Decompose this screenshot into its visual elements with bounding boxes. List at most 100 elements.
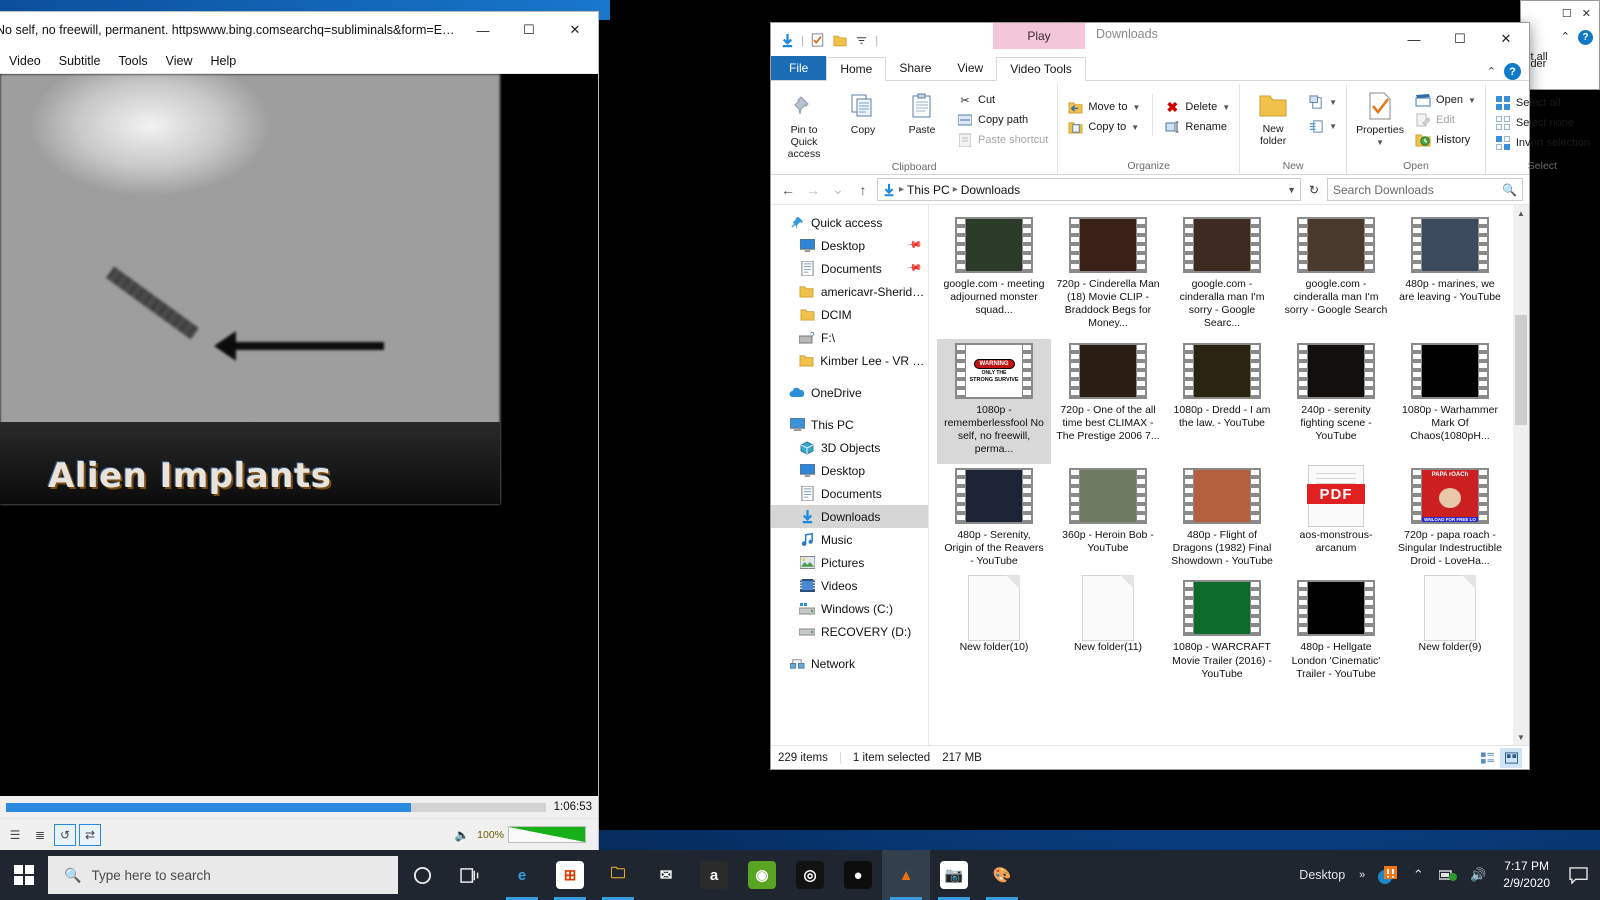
scroll-down-arrow-icon[interactable]: ▼ (1517, 729, 1525, 745)
search-icon[interactable]: 🔍 (1502, 183, 1517, 197)
properties-button[interactable]: Properties ▼ (1352, 87, 1408, 147)
sidebar-item-f[interactable]: ? F:\ (771, 326, 928, 349)
sidebar-item-quick-access[interactable]: Quick access (771, 211, 928, 234)
invert-selection-button[interactable]: Invert selection (1491, 134, 1594, 152)
action-center-icon[interactable] (1560, 850, 1596, 900)
taskbar-file-explorer-icon[interactable]: 🗀 (594, 850, 642, 900)
sidebar-item-videos[interactable]: Videos (771, 574, 928, 597)
file-tile[interactable]: 1080p - Dredd - I am the law. - YouTube (1165, 339, 1279, 465)
pin-to-quick-access-button[interactable]: Pin to Quick access (776, 87, 832, 160)
navigation-bar[interactable]: ← → ⌄ ↑ ▸ This PC ▸ Downloads ▼ ↻ Search… (771, 175, 1529, 205)
tray-app-orange-icon[interactable] (1373, 850, 1403, 900)
sidebar-item-3d-objects[interactable]: 3D Objects (771, 436, 928, 459)
address-bar-caret-icon[interactable]: ▼ (1287, 185, 1296, 195)
easy-access-button[interactable]: ▼ (1304, 117, 1341, 135)
player-minimize-button[interactable]: — (460, 14, 506, 46)
file-list-pane[interactable]: google.com - meeting adjourned monster s… (929, 205, 1529, 745)
breadcrumb-downloads[interactable]: Downloads (961, 183, 1020, 197)
sidebar-item-windows-c[interactable]: Windows (C:) (771, 597, 928, 620)
copy-to-button[interactable]: Copy to ▼ (1063, 118, 1144, 136)
equalizer-icon[interactable]: ☰ (4, 824, 26, 846)
select-all-button[interactable]: Select all (1491, 94, 1594, 112)
paste-shortcut-button[interactable]: Paste shortcut (953, 131, 1052, 149)
rename-button[interactable]: Rename (1160, 118, 1234, 136)
file-tile[interactable]: google.com - meeting adjourned monster s… (937, 213, 1051, 339)
easy-access-caret-icon[interactable]: ▼ (1329, 122, 1337, 131)
address-bar[interactable]: ▸ This PC ▸ Downloads ▼ (877, 178, 1301, 201)
taskbar-color-wheel-icon[interactable]: ● (834, 850, 882, 900)
customize-qat-caret-icon[interactable] (853, 32, 870, 49)
sidebar-item-documents[interactable]: Documents 📌 (771, 257, 928, 280)
sidebar-item-downloads[interactable]: Downloads (771, 505, 928, 528)
player-control-bar[interactable]: ☰ ≣ ↺ ⇄ 🔈 100% (0, 818, 598, 850)
properties-icon[interactable] (809, 32, 826, 49)
sidebar-item-this-pc[interactable]: This PC (771, 413, 928, 436)
downloads-arrow-icon[interactable] (779, 32, 796, 49)
scrollbar-thumb[interactable] (1515, 315, 1527, 425)
quick-access-toolbar-row[interactable]: | | Play Downloads — ☐ ✕ (771, 23, 1529, 57)
pin-icon[interactable]: 📌 (905, 237, 922, 253)
file-tile[interactable]: 240p - serenity fighting scene - YouTube (1279, 339, 1393, 465)
large-icons-view-button[interactable] (1500, 747, 1522, 768)
refresh-button[interactable]: ↻ (1304, 179, 1324, 201)
back-button[interactable]: ← (777, 179, 799, 201)
player-menu-tools[interactable]: Tools (109, 51, 156, 71)
player-title-bar[interactable]: No self, no freewill, permanent. httpsww… (0, 12, 598, 48)
player-seek-row[interactable]: 1:06:53 (0, 796, 598, 818)
network-tray-icon[interactable] (1433, 850, 1463, 900)
player-menu-view[interactable]: View (157, 51, 202, 71)
tab-share[interactable]: Share (886, 56, 944, 80)
tab-view[interactable]: View (944, 56, 996, 80)
file-tile[interactable]: 480p - Serenity, Origin of the Reavers -… (937, 464, 1051, 576)
explorer-minimize-button[interactable]: — (1391, 23, 1437, 55)
up-button[interactable]: ↑ (852, 179, 874, 201)
scroll-up-arrow-icon[interactable]: ▲ (1517, 205, 1525, 221)
sidebar-item-desktop[interactable]: Desktop 📌 (771, 234, 928, 257)
search-box[interactable]: Search Downloads 🔍 (1327, 178, 1523, 201)
tab-file[interactable]: File (771, 56, 827, 80)
file-tile[interactable]: 1080p - Warhammer Mark Of Chaos(1080pH..… (1393, 339, 1507, 465)
navigation-pane[interactable]: Quick access Desktop 📌 Documents 📌 americavr-… (771, 205, 929, 745)
new-item-caret-icon[interactable]: ▼ (1329, 98, 1337, 107)
sidebar-item-pictures[interactable]: Pictures (771, 551, 928, 574)
ribbon-tab-strip[interactable]: File Home Share View Video Tools ⌃ ? (771, 56, 1529, 81)
taskbar-paint-icon[interactable]: 🎨 (978, 850, 1026, 900)
file-tile[interactable]: 1080p - WARCRAFT Movie Trailer (2016) - … (1165, 576, 1279, 688)
taskbar-camera-app-icon[interactable]: ◎ (786, 850, 834, 900)
playlist-icon[interactable]: ≣ (29, 824, 51, 846)
taskbar-app-list[interactable]: e ⊞ 🗀 ✉ a ◉ ◎ ● ▲ 📷 🎨 (498, 850, 1026, 900)
explorer-close-button[interactable]: ✕ (1483, 23, 1529, 55)
new-item-button[interactable]: ▼ (1304, 93, 1341, 111)
recent-locations-button[interactable]: ⌄ (827, 179, 849, 201)
background-window-maximize-button[interactable]: ☐ (1562, 7, 1572, 20)
player-menu-help[interactable]: Help (202, 51, 246, 71)
file-tile[interactable]: New folder(11) (1051, 575, 1165, 688)
background-window[interactable]: ☐ ✕ ⌃ ? ct all (1520, 0, 1600, 90)
file-tile[interactable]: New folder(10) (937, 575, 1051, 688)
delete-button[interactable]: ✖ Delete ▼ (1160, 98, 1234, 116)
tray-chevron-up-icon[interactable]: ⌃ (1403, 850, 1433, 900)
start-button[interactable] (0, 850, 48, 900)
history-button[interactable]: History (1411, 131, 1480, 149)
copy-button[interactable]: Copy (835, 87, 891, 136)
tab-home[interactable]: Home (826, 57, 887, 81)
forward-button[interactable]: → (802, 179, 824, 201)
taskbar-edge-icon[interactable]: e (498, 850, 546, 900)
file-explorer-window[interactable]: | | Play Downloads — ☐ ✕ File Home Share… (770, 22, 1590, 770)
new-folder-button[interactable]: New folder (1245, 87, 1301, 147)
file-tile[interactable]: PDF aos-monstrous-arcanum (1279, 464, 1393, 576)
player-close-button[interactable]: ✕ (552, 14, 598, 46)
file-tile[interactable]: New folder(9) (1393, 575, 1507, 688)
sidebar-item-documents[interactable]: Documents (771, 482, 928, 505)
vertical-scrollbar[interactable]: ▲ ▼ (1513, 205, 1529, 745)
background-window-collapse-icon[interactable]: ⌃ (1561, 30, 1570, 45)
sidebar-item-music[interactable]: Music (771, 528, 928, 551)
sidebar-item-network[interactable]: Network (771, 652, 928, 675)
properties-caret-icon[interactable]: ▼ (1376, 138, 1384, 147)
help-icon[interactable]: ? (1504, 63, 1521, 80)
background-window-close-button[interactable]: ✕ (1582, 7, 1591, 20)
player-menu-subtitle[interactable]: Subtitle (50, 51, 110, 71)
file-tile[interactable]: 360p - Heroin Bob - YouTube (1051, 464, 1165, 576)
move-to-caret-icon[interactable]: ▼ (1132, 103, 1140, 112)
file-tile[interactable]: 720p - One of the all time best CLIMAX -… (1051, 339, 1165, 465)
